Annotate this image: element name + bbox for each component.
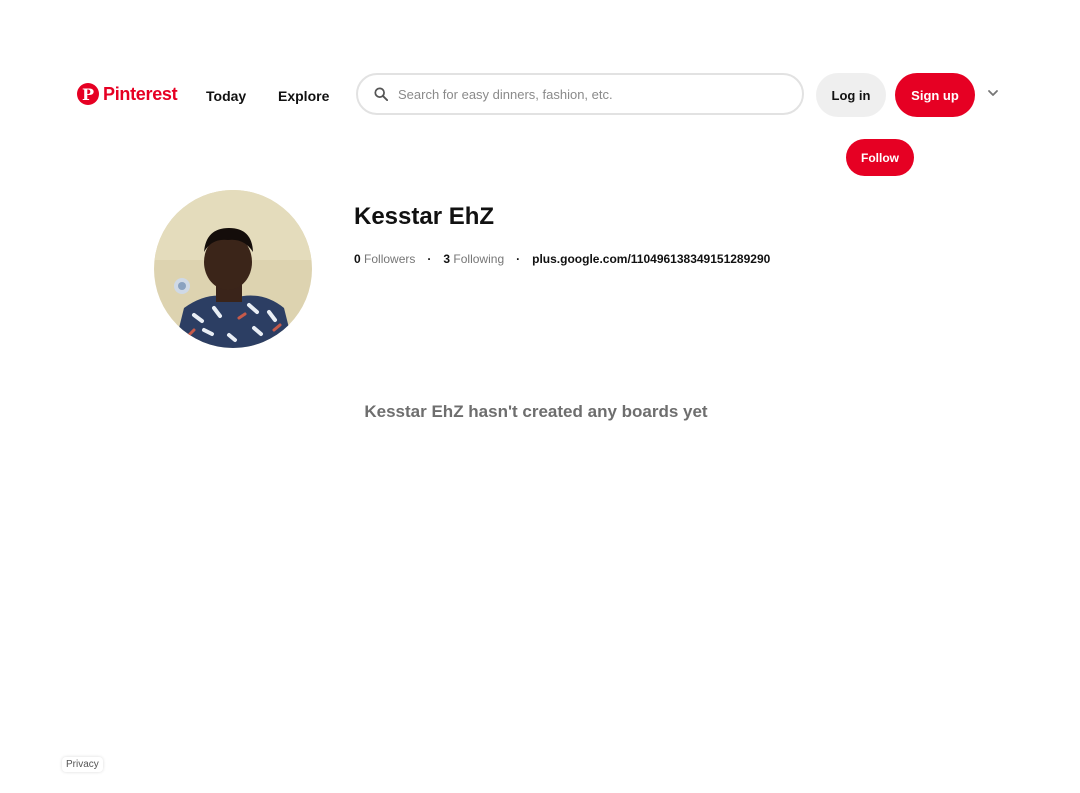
pinterest-logo[interactable]: P Pinterest xyxy=(77,83,178,105)
followers-link[interactable]: 0 Followers xyxy=(354,252,415,266)
profile-stats: 0 Followers · 3 Following · plus.google.… xyxy=(354,252,770,266)
empty-boards-message: Kesstar EhZ hasn't created any boards ye… xyxy=(364,402,708,421)
pinterest-logo-icon: P xyxy=(77,83,99,105)
login-button[interactable]: Log in xyxy=(816,73,886,117)
following-label: Following xyxy=(453,252,505,266)
top-nav-bar: P Pinterest Today Explore Log in Sign up xyxy=(0,70,1080,124)
privacy-link[interactable]: Privacy xyxy=(62,757,103,772)
separator-dot: · xyxy=(516,252,521,266)
followers-count: 0 xyxy=(354,252,361,266)
website-link[interactable]: plus.google.com/110496138349151289290 xyxy=(532,252,770,266)
follow-button[interactable]: Follow xyxy=(846,139,914,176)
nav-today-link[interactable]: Today xyxy=(206,88,246,104)
separator-dot: · xyxy=(427,252,432,266)
followers-label: Followers xyxy=(364,252,416,266)
following-count: 3 xyxy=(443,252,451,266)
profile-name: Kesstar EhZ xyxy=(354,203,495,230)
search-bar[interactable] xyxy=(356,73,804,115)
chevron-down-icon[interactable] xyxy=(985,85,1001,101)
pinterest-wordmark: Pinterest xyxy=(103,83,178,104)
signup-button[interactable]: Sign up xyxy=(895,73,975,117)
avatar xyxy=(154,190,312,348)
following-link[interactable]: 3 Following xyxy=(443,252,504,266)
search-icon xyxy=(374,87,388,101)
search-input[interactable] xyxy=(396,85,780,103)
nav-explore-link[interactable]: Explore xyxy=(278,88,329,104)
